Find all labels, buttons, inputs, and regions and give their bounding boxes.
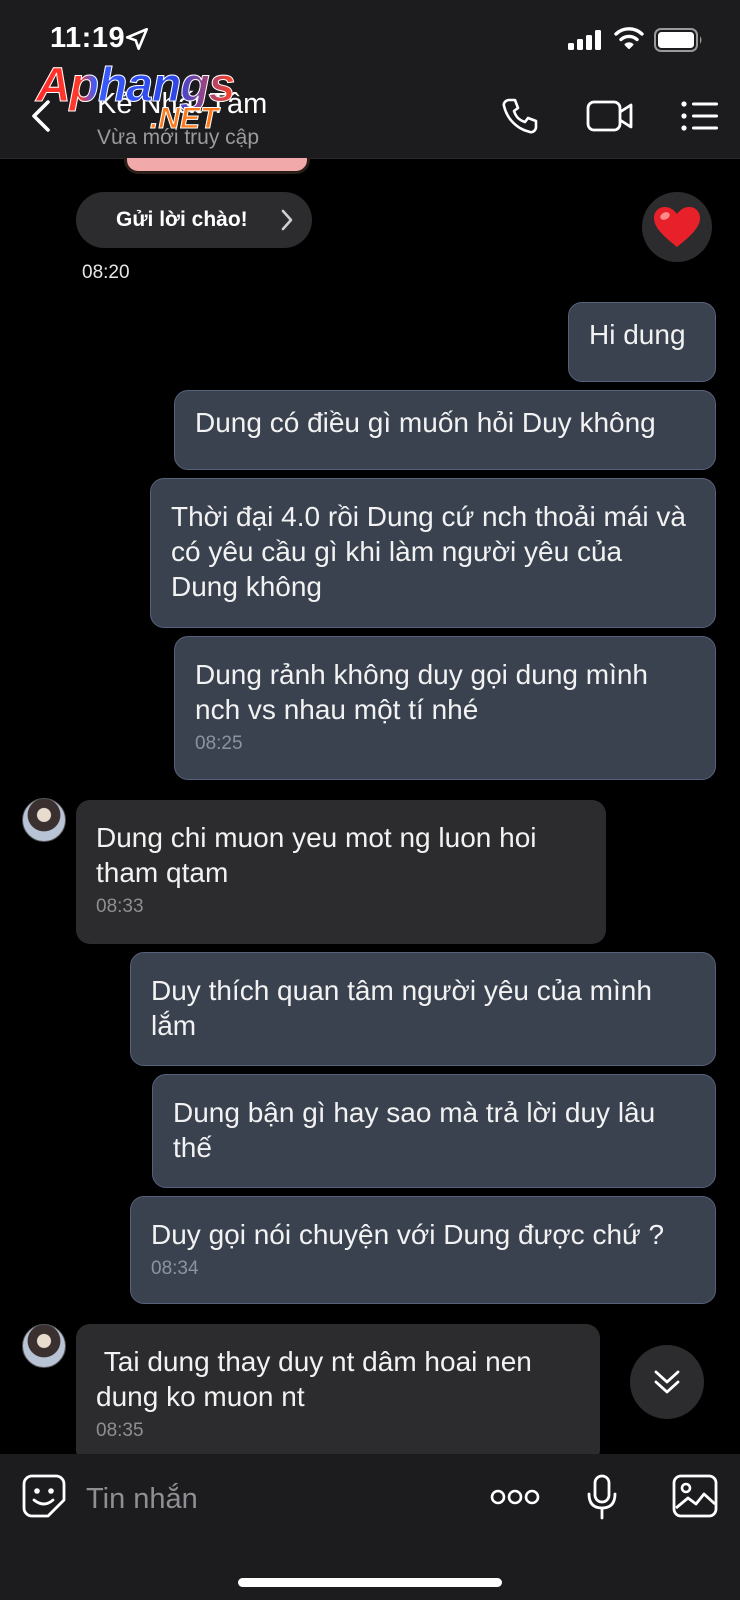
heart-icon <box>654 207 700 247</box>
wifi-icon <box>614 27 644 49</box>
outgoing-message[interactable]: Hi dung <box>568 302 716 382</box>
message-composer <box>0 1454 740 1600</box>
menu-list-icon[interactable] <box>680 96 720 136</box>
outgoing-message[interactable]: Dung rảnh không duy gọi dung mình nch vs… <box>174 636 716 780</box>
double-chevron-down-icon <box>654 1370 680 1394</box>
sticker-smiley-icon[interactable] <box>22 1474 66 1518</box>
image-gallery-icon[interactable] <box>672 1474 718 1518</box>
send-greeting-button[interactable]: Gửi lời chào! <box>76 192 312 248</box>
send-greeting-label: Gửi lời chào! <box>116 208 248 231</box>
heart-reaction-button[interactable] <box>642 192 712 262</box>
message-timestamp: 08:33 <box>96 896 144 917</box>
outgoing-message[interactable]: Duy gọi nói chuyện với Dung được chứ ? 0… <box>130 1196 716 1304</box>
scroll-to-bottom-button[interactable] <box>630 1345 704 1419</box>
outgoing-message[interactable]: Dung bận gì hay sao mà trả lời duy lâu t… <box>152 1074 716 1188</box>
phone-icon[interactable] <box>500 96 540 136</box>
message-timestamp: 08:20 <box>82 262 130 283</box>
message-timestamp: 08:25 <box>195 733 243 754</box>
avatar[interactable] <box>22 798 66 842</box>
incoming-message[interactable]: Dung chi muon yeu mot ng luon hoi tham q… <box>76 800 606 944</box>
location-arrow-icon <box>125 27 149 51</box>
battery-icon <box>654 28 702 52</box>
contact-status: Vừa mới truy cập <box>97 126 260 149</box>
home-indicator[interactable] <box>238 1578 502 1587</box>
outgoing-message[interactable]: Dung có điều gì muốn hỏi Duy không <box>174 390 716 470</box>
signal-icon <box>568 30 601 50</box>
video-camera-icon[interactable] <box>586 96 634 136</box>
message-timestamp: 08:35 <box>96 1420 144 1441</box>
sticker-image[interactable] <box>124 158 310 174</box>
message-input[interactable] <box>84 1476 468 1522</box>
avatar[interactable] <box>22 1324 66 1368</box>
outgoing-message[interactable]: Thời đại 4.0 rồi Dung cứ nch thoải mái v… <box>150 478 716 628</box>
more-dots-icon[interactable] <box>490 1488 540 1506</box>
microphone-icon[interactable] <box>586 1474 618 1520</box>
chevron-right-icon <box>281 209 293 231</box>
status-time: 11:19 <box>50 22 126 54</box>
message-timestamp: 08:34 <box>151 1258 199 1279</box>
contact-name[interactable]: Kẻ Nhất Tâm <box>97 88 267 121</box>
status-bar: 11:19 <box>0 0 740 80</box>
outgoing-message[interactable]: Duy thích quan tâm người yêu của mình lắ… <box>130 952 716 1066</box>
back-chevron-icon[interactable] <box>24 94 60 138</box>
chat-header: Kẻ Nhất Tâm Vừa mới truy cập <box>0 80 740 159</box>
incoming-message[interactable]: Tai dung thay duy nt dâm hoai nen dung k… <box>76 1324 600 1464</box>
